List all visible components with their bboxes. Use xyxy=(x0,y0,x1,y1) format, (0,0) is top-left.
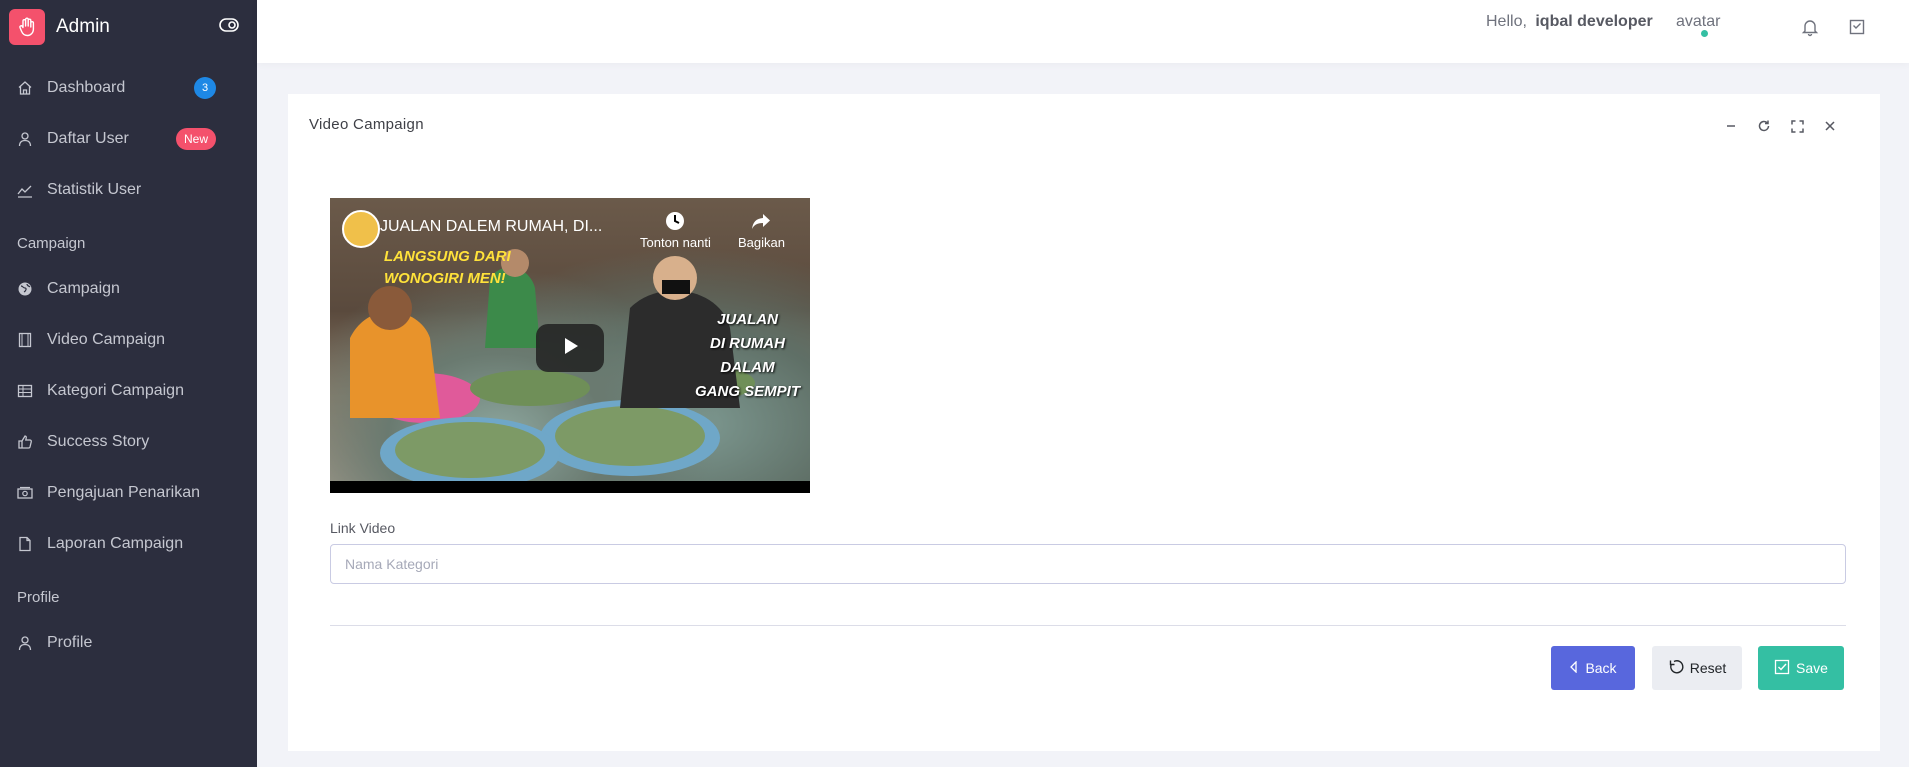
avatar[interactable]: avatar xyxy=(1676,13,1720,31)
bell-icon[interactable] xyxy=(1800,17,1820,37)
sidebar-item-pengajuan-penarikan[interactable]: Pengajuan Penarikan xyxy=(0,467,257,518)
overlay-line: GANG SEMPIT xyxy=(694,383,800,400)
back-button[interactable]: Back xyxy=(1551,646,1635,690)
link-video-input[interactable] xyxy=(330,544,1846,584)
table-icon xyxy=(17,383,33,399)
sidebar: Admin Dashboard 3 Daftar User New Statis… xyxy=(0,0,257,767)
back-button-label: Back xyxy=(1585,660,1617,676)
sidebar-section-profile: Profile xyxy=(17,588,60,606)
watch-later-button[interactable]: Tonton nanti xyxy=(640,210,711,250)
overlay-line: WONOGIRI MEN! xyxy=(384,270,506,287)
share-icon xyxy=(738,210,785,235)
sidebar-item-label: Pengajuan Penarikan xyxy=(47,483,201,501)
clock-icon xyxy=(640,210,711,235)
save-button[interactable]: Save xyxy=(1758,646,1844,690)
user-icon xyxy=(17,635,33,651)
link-video-label: Link Video xyxy=(330,520,396,536)
play-button[interactable] xyxy=(536,324,604,372)
reset-button[interactable]: Reset xyxy=(1652,646,1742,690)
channel-avatar[interactable] xyxy=(342,210,380,248)
sidebar-item-label: Success Story xyxy=(47,432,150,450)
inbox-check-icon[interactable] xyxy=(1847,17,1867,37)
card-tools xyxy=(1721,116,1840,136)
user-greeting[interactable]: Hello, iqbal developer xyxy=(1486,13,1653,31)
sidebar-item-label: Dashboard xyxy=(47,78,126,96)
greeting-text: Hello, xyxy=(1486,13,1527,30)
overlay-line: LANGSUNG DARI xyxy=(384,248,511,265)
play-icon xyxy=(560,336,580,361)
chevron-left-icon xyxy=(1569,660,1579,676)
video-overlay-yellow: LANGSUNG DARI WONOGIRI MEN! xyxy=(384,246,511,290)
watch-later-label: Tonton nanti xyxy=(640,235,711,250)
sidebar-item-laporan-campaign[interactable]: Laporan Campaign xyxy=(0,518,257,569)
thumbs-up-icon xyxy=(17,434,33,450)
file-icon xyxy=(17,536,33,552)
video-overlay-white: JUALAN DI RUMAH DALAM GANG SEMPIT xyxy=(695,308,800,404)
sidebar-toggle-icon[interactable] xyxy=(219,18,239,37)
form-divider xyxy=(330,625,1846,626)
sidebar-item-label: Statistik User xyxy=(47,180,142,198)
check-square-icon xyxy=(1774,659,1790,678)
card-title: Video Campaign xyxy=(309,116,424,133)
sidebar-item-label: Kategori Campaign xyxy=(47,381,184,399)
money-icon xyxy=(17,485,33,501)
notification-count-badge: 3 xyxy=(194,76,216,99)
save-button-label: Save xyxy=(1796,660,1828,676)
reset-icon xyxy=(1668,659,1684,678)
close-icon[interactable] xyxy=(1820,116,1840,136)
user-icon xyxy=(17,131,33,147)
new-badge: New xyxy=(175,127,216,150)
sidebar-item-label: Laporan Campaign xyxy=(47,534,184,552)
sidebar-item-kategori-campaign[interactable]: Kategori Campaign xyxy=(0,365,257,416)
reset-button-label: Reset xyxy=(1689,660,1727,676)
sidebar-item-video-campaign[interactable]: Video Campaign xyxy=(0,314,257,365)
online-status-dot xyxy=(1701,30,1708,37)
sidebar-item-label: Profile xyxy=(47,633,93,651)
sidebar-item-dashboard[interactable]: Dashboard 3 xyxy=(0,62,257,113)
sidebar-item-daftar-user[interactable]: Daftar User New xyxy=(0,113,257,164)
sidebar-item-label: Video Campaign xyxy=(47,330,166,348)
sidebar-item-label: Daftar User xyxy=(47,129,129,147)
home-icon xyxy=(17,80,33,96)
video-campaign-card: Video Campaign JUALAN DALEM RUMAH, DI...… xyxy=(288,94,1880,751)
overlay-line: DALAM xyxy=(720,359,775,376)
video-embed[interactable]: JUALAN DALEM RUMAH, DI... Tonton nanti B… xyxy=(330,198,810,493)
share-button[interactable]: Bagikan xyxy=(738,210,785,250)
topbar: Hello, iqbal developer avatar xyxy=(257,0,1909,63)
sidebar-item-profile[interactable]: Profile xyxy=(0,617,257,668)
brand-logo-icon[interactable] xyxy=(9,9,45,45)
refresh-icon[interactable] xyxy=(1754,116,1774,136)
minimize-icon[interactable] xyxy=(1721,116,1741,136)
sidebar-item-campaign[interactable]: Campaign xyxy=(0,263,257,314)
fullscreen-icon[interactable] xyxy=(1787,116,1807,136)
sidebar-item-label: Campaign xyxy=(47,279,120,297)
sidebar-item-success-story[interactable]: Success Story xyxy=(0,416,257,467)
brand: Admin xyxy=(0,0,257,54)
overlay-line: JUALAN xyxy=(717,311,778,328)
username: iqbal developer xyxy=(1535,13,1653,30)
video-title[interactable]: JUALAN DALEM RUMAH, DI... xyxy=(380,218,602,236)
overlay-line: DI RUMAH xyxy=(709,335,785,352)
share-label: Bagikan xyxy=(738,235,785,250)
globe-icon xyxy=(17,281,33,297)
sidebar-section-campaign: Campaign xyxy=(17,234,86,252)
chart-line-icon xyxy=(17,182,33,198)
sidebar-item-statistik-user[interactable]: Statistik User xyxy=(0,164,257,215)
brand-title: Admin xyxy=(56,16,110,37)
film-icon xyxy=(17,332,33,348)
